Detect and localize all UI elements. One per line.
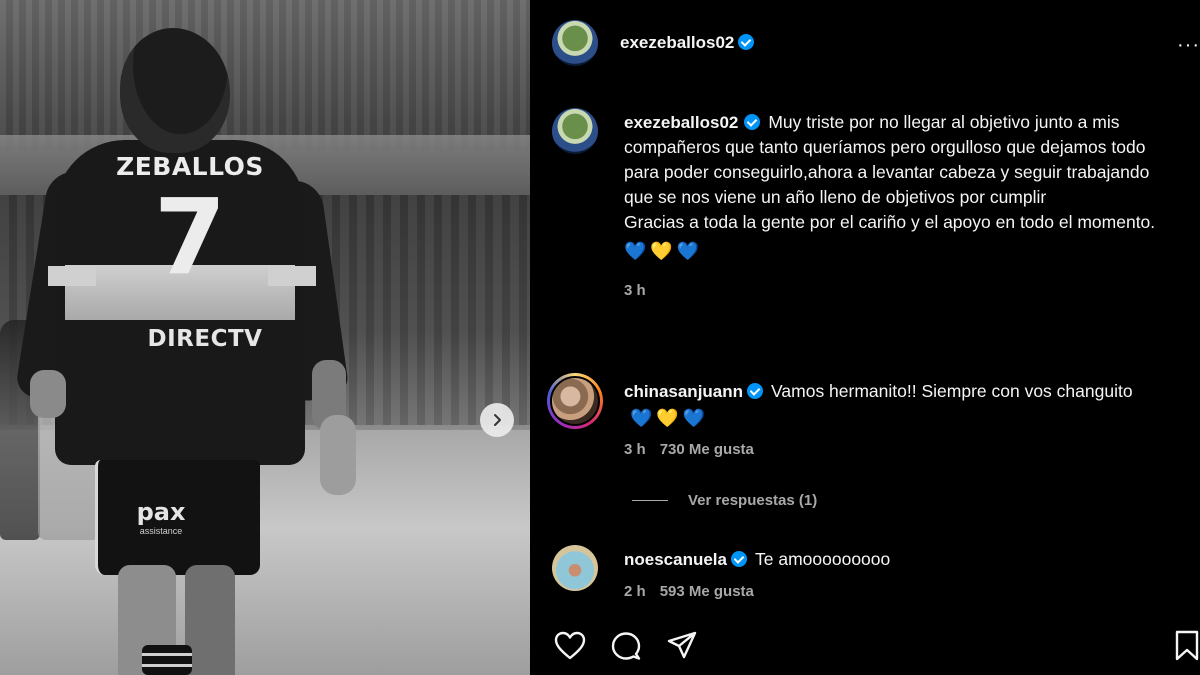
comment-likes[interactable]: 593 Me gusta <box>660 583 754 600</box>
jersey-number: 7 <box>153 176 227 298</box>
verified-icon <box>731 551 747 567</box>
next-arrow-icon <box>494 414 501 426</box>
replies-dash <box>632 500 668 501</box>
heart-icon <box>554 631 586 660</box>
commenter-avatar[interactable] <box>552 545 598 591</box>
player-left-hand <box>30 370 66 418</box>
post-panel: exezeballos02 ··· exezeballos02 Muy trist… <box>530 0 1200 675</box>
player-right-leg <box>185 565 235 675</box>
post-photo[interactable]: ZEBALLOS 7 DIRECTV pax assistance <box>0 0 530 675</box>
more-icon: ··· <box>1177 34 1200 56</box>
verified-icon <box>747 383 764 399</box>
share-icon <box>667 631 697 659</box>
caption-emojis: 💙💛💙 <box>624 239 1169 264</box>
player-head <box>120 28 230 153</box>
comment-meta: 3 h 730 Me gusta <box>624 441 1144 458</box>
verified-icon <box>738 34 755 50</box>
author-username[interactable]: exezeballos02 <box>620 33 755 53</box>
blue-heart-emoji: 💙 <box>682 408 710 428</box>
jersey-sponsor: DIRECTV <box>147 326 263 352</box>
more-options-button[interactable]: ··· <box>1177 34 1200 57</box>
comment-button[interactable] <box>608 628 644 664</box>
view-replies-label[interactable]: Ver respuestas (1) <box>688 492 817 509</box>
blue-heart-emoji: 💙 <box>676 241 704 261</box>
commenter-avatar[interactable] <box>547 373 603 429</box>
post-header: exezeballos02 <box>552 20 755 66</box>
author-username-text[interactable]: exezeballos02 <box>620 33 734 52</box>
instagram-post-view: ZEBALLOS 7 DIRECTV pax assistance exezeb… <box>0 0 1200 675</box>
left-sleeve-stripe <box>48 266 96 286</box>
commenter-avatar-image <box>550 376 600 426</box>
right-sleeve-stripe <box>268 266 316 286</box>
shorts-logo-sub: assistance <box>139 526 183 536</box>
blue-heart-emoji: 💙 <box>624 241 651 261</box>
comment-icon <box>611 632 641 660</box>
player-right-hand <box>320 415 356 495</box>
comment: chinasanjuann Vamos hermanito!! Siempre c… <box>624 378 1144 458</box>
comment-username[interactable]: chinasanjuann <box>624 382 743 401</box>
comment: noescanuela Te amooooooooo 2 h 593 Me gust… <box>624 546 1144 600</box>
blue-heart-emoji: 💙 <box>630 408 657 428</box>
comment-emojis: 💙💛💙 <box>630 408 709 428</box>
bookmark-icon <box>1175 630 1199 661</box>
share-button[interactable] <box>664 628 700 664</box>
post-caption: exezeballos02 Muy triste por no llegar al… <box>624 110 1169 303</box>
comment-time[interactable]: 3 h <box>624 441 646 458</box>
shorts-logo: pax <box>136 498 186 526</box>
verified-icon <box>744 114 761 130</box>
comment-text: Vamos hermanito!! Siempre con vos changu… <box>771 381 1133 401</box>
comment-text: Te amooooooooo <box>755 549 891 569</box>
caption-username[interactable]: exezeballos02 <box>624 113 738 132</box>
save-button[interactable] <box>1174 628 1200 664</box>
yellow-heart-emoji: 💛 <box>656 408 683 428</box>
player-figure: ZEBALLOS 7 DIRECTV pax assistance <box>14 20 356 675</box>
caption-time[interactable]: 3 h <box>624 278 1169 303</box>
caption-avatar[interactable] <box>552 108 598 154</box>
next-photo-button[interactable] <box>480 403 514 437</box>
comment-meta: 2 h 593 Me gusta <box>624 583 1144 600</box>
comment-time[interactable]: 2 h <box>624 583 646 600</box>
comment-likes[interactable]: 730 Me gusta <box>660 441 754 458</box>
view-replies-button[interactable]: Ver respuestas (1) <box>632 492 817 509</box>
action-bar <box>552 628 700 664</box>
like-button[interactable] <box>552 628 588 664</box>
author-avatar[interactable] <box>552 20 598 66</box>
caption-text-2: Gracias a toda la gente por el cariño y … <box>624 212 1156 232</box>
player-sock <box>142 645 192 675</box>
yellow-heart-emoji: 💛 <box>650 241 677 261</box>
comment-username[interactable]: noescanuela <box>624 550 727 569</box>
